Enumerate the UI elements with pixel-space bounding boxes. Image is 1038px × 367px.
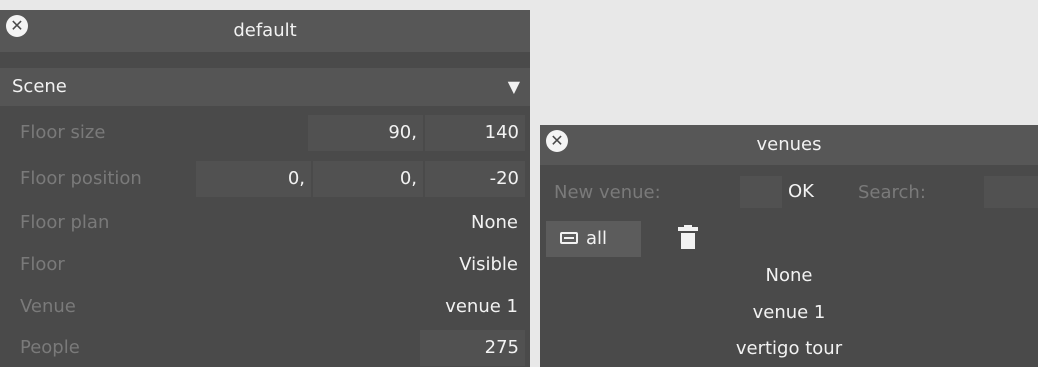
venues-panel-title: venues xyxy=(540,125,1038,165)
close-icon[interactable]: ✕ xyxy=(6,15,28,37)
floor-size-y-field[interactable]: 140 xyxy=(425,115,525,151)
prop-floor-position: Floor position 0, 0, -20 xyxy=(0,161,530,197)
people-field[interactable]: 275 xyxy=(420,330,525,366)
floor-size-x-field[interactable]: 90, xyxy=(308,115,423,151)
floor-position-label: Floor position xyxy=(20,168,142,189)
venue-list-item[interactable]: None xyxy=(540,258,1038,294)
floor-plan-label: Floor plan xyxy=(20,212,110,233)
ok-button[interactable]: OK xyxy=(788,176,814,208)
new-venue-label: New venue: xyxy=(554,182,661,203)
prop-people: People 275 xyxy=(0,330,530,366)
default-panel-title: default xyxy=(0,10,530,52)
separator: , xyxy=(411,122,417,143)
floor-position-x-field[interactable]: 0, xyxy=(196,161,311,197)
list-icon xyxy=(560,232,578,244)
floor-label: Floor xyxy=(20,254,65,275)
floor-position-z-field[interactable]: -20 xyxy=(425,161,525,197)
close-icon[interactable]: ✕ xyxy=(546,130,568,152)
floor-position-x-value: 0 xyxy=(287,168,300,189)
scene-section-header[interactable]: Scene ▼ xyxy=(0,68,530,106)
chevron-down-icon[interactable]: ▼ xyxy=(508,68,520,106)
all-label: all xyxy=(586,228,608,249)
venue-value[interactable]: venue 1 xyxy=(445,289,518,325)
prop-floor-plan[interactable]: Floor plan None xyxy=(0,205,530,241)
separator: , xyxy=(299,168,305,189)
prop-floor[interactable]: Floor Visible xyxy=(0,247,530,283)
default-panel: default ✕ Scene ▼ Floor size 90, 140 Flo… xyxy=(0,10,530,367)
prop-floor-size: Floor size 90, 140 xyxy=(0,115,530,151)
floor-size-x-value: 90 xyxy=(388,122,412,143)
floor-position-y-field[interactable]: 0, xyxy=(313,161,423,197)
search-input[interactable] xyxy=(984,176,1038,208)
section-label: Scene xyxy=(12,76,67,97)
venue-list-item[interactable]: vertigo tour xyxy=(540,331,1038,367)
prop-venue[interactable]: Venue venue 1 xyxy=(0,289,530,325)
floor-size-label: Floor size xyxy=(20,122,106,143)
search-label: Search: xyxy=(858,182,926,203)
venues-panel: venues ✕ New venue: OK Search: all None … xyxy=(540,125,1038,367)
venue-label: Venue xyxy=(20,296,76,317)
venue-list-item[interactable]: venue 1 xyxy=(540,295,1038,331)
separator: , xyxy=(411,168,417,189)
floor-position-y-value: 0 xyxy=(399,168,412,189)
trash-icon[interactable] xyxy=(678,225,698,251)
all-button[interactable]: all xyxy=(546,221,641,257)
floor-visibility-value[interactable]: Visible xyxy=(459,247,518,283)
floor-plan-value[interactable]: None xyxy=(471,205,518,241)
new-venue-input[interactable] xyxy=(740,176,782,208)
people-label: People xyxy=(20,337,80,358)
